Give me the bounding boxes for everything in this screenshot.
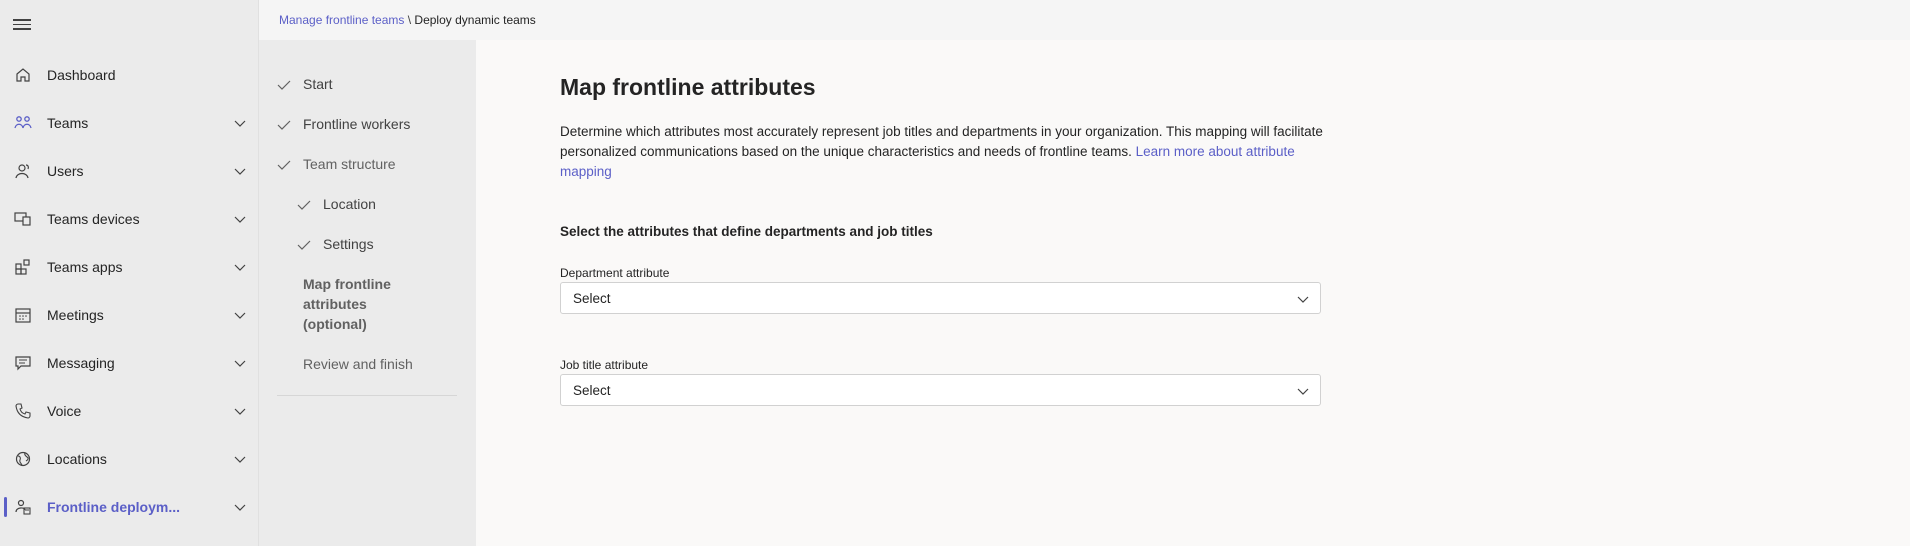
main-content: Map frontline attributes Determine which… <box>476 40 1910 546</box>
page-title: Map frontline attributes <box>560 74 816 100</box>
frontline-icon <box>14 498 32 516</box>
breadcrumb-link-manage-frontline-teams[interactable]: Manage frontline teams <box>279 13 404 27</box>
nav-item-users[interactable]: Users <box>0 147 259 195</box>
checkmark-icon <box>277 160 291 170</box>
chevron-down-icon[interactable] <box>232 451 248 467</box>
step-label: Start <box>303 76 333 92</box>
devices-icon <box>14 210 32 228</box>
apps-icon <box>14 258 32 276</box>
globe-icon <box>14 450 32 468</box>
chevron-down-icon <box>1297 388 1309 395</box>
nav-item-dashboard[interactable]: Dashboard <box>0 51 259 99</box>
step-label: Review and finish <box>303 356 413 372</box>
nav-item-teams-devices[interactable]: Teams devices <box>0 195 259 243</box>
step-label-line: attributes <box>303 296 367 312</box>
nav-item-voice[interactable]: Voice <box>0 387 259 435</box>
job-title-attribute-label: Job title attribute <box>560 358 649 372</box>
chevron-down-icon[interactable] <box>232 211 248 227</box>
home-icon <box>14 66 32 84</box>
checkmark-icon <box>277 120 291 130</box>
nav-label: Teams <box>47 115 89 131</box>
chevron-down-icon[interactable] <box>232 355 248 371</box>
nav-label: Voice <box>47 403 82 419</box>
step-label: Location <box>323 196 376 212</box>
nav-label: Dashboard <box>47 67 116 83</box>
nav-item-frontline-deployment[interactable]: Frontline deploym... <box>0 483 259 531</box>
chevron-down-icon <box>1297 296 1309 303</box>
checkmark-icon <box>297 240 311 250</box>
nav-label: Frontline deploym... <box>47 499 181 515</box>
job-title-attribute-dropdown[interactable]: Select <box>560 374 1321 406</box>
chevron-down-icon[interactable] <box>232 115 248 131</box>
calendar-icon <box>14 306 32 324</box>
chevron-down-icon[interactable] <box>232 259 248 275</box>
nav-item-teams-apps[interactable]: Teams apps <box>0 243 259 291</box>
step-label-line: Map frontline <box>303 276 391 292</box>
checkmark-icon <box>277 80 291 90</box>
nav-label: Users <box>47 163 84 179</box>
teams-icon <box>14 114 32 132</box>
wizard-steps-panel: Start Frontline workers Team structure L… <box>259 40 476 546</box>
breadcrumb-current: Deploy dynamic teams <box>414 13 536 27</box>
nav-label: Meetings <box>47 307 104 323</box>
nav-label: Messaging <box>47 355 115 371</box>
chevron-down-icon[interactable] <box>232 307 248 323</box>
chat-icon <box>14 354 32 372</box>
step-label: Team structure <box>303 156 396 172</box>
chevron-down-icon[interactable] <box>232 403 248 419</box>
dropdown-value: Select <box>573 383 611 398</box>
nav-label: Teams apps <box>47 259 123 275</box>
steps-divider <box>277 395 457 396</box>
nav-item-teams[interactable]: Teams <box>0 99 259 147</box>
breadcrumb: Manage frontline teams \ Deploy dynamic … <box>279 13 536 27</box>
page-description: Determine which attributes most accurate… <box>560 122 1340 182</box>
section-title: Select the attributes that define depart… <box>560 224 933 239</box>
phone-icon <box>14 402 32 420</box>
step-label: Frontline workers <box>303 116 411 132</box>
hamburger-menu-icon[interactable] <box>13 19 31 33</box>
department-attribute-dropdown[interactable]: Select <box>560 282 1321 314</box>
nav-label: Teams devices <box>47 211 140 227</box>
dropdown-value: Select <box>573 291 611 306</box>
step-review-and-finish[interactable]: Review and finish <box>303 356 413 372</box>
left-nav: Dashboard Teams Users Teams devices Team… <box>0 0 259 546</box>
header-bar: Manage frontline teams \ Deploy dynamic … <box>259 0 1910 40</box>
nav-label: Locations <box>47 451 107 467</box>
nav-item-meetings[interactable]: Meetings <box>0 291 259 339</box>
checkmark-icon <box>297 200 311 210</box>
nav-item-locations[interactable]: Locations <box>0 435 259 483</box>
breadcrumb-separator: \ <box>404 13 415 27</box>
nav-item-messaging[interactable]: Messaging <box>0 339 259 387</box>
users-icon <box>14 162 32 180</box>
department-attribute-label: Department attribute <box>560 266 670 280</box>
step-map-frontline-attributes[interactable]: Map frontline attributes (optional) <box>303 274 391 334</box>
step-label-line: (optional) <box>303 316 367 332</box>
active-indicator <box>4 497 7 517</box>
step-label: Settings <box>323 236 374 252</box>
chevron-down-icon[interactable] <box>232 499 248 515</box>
chevron-down-icon[interactable] <box>232 163 248 179</box>
